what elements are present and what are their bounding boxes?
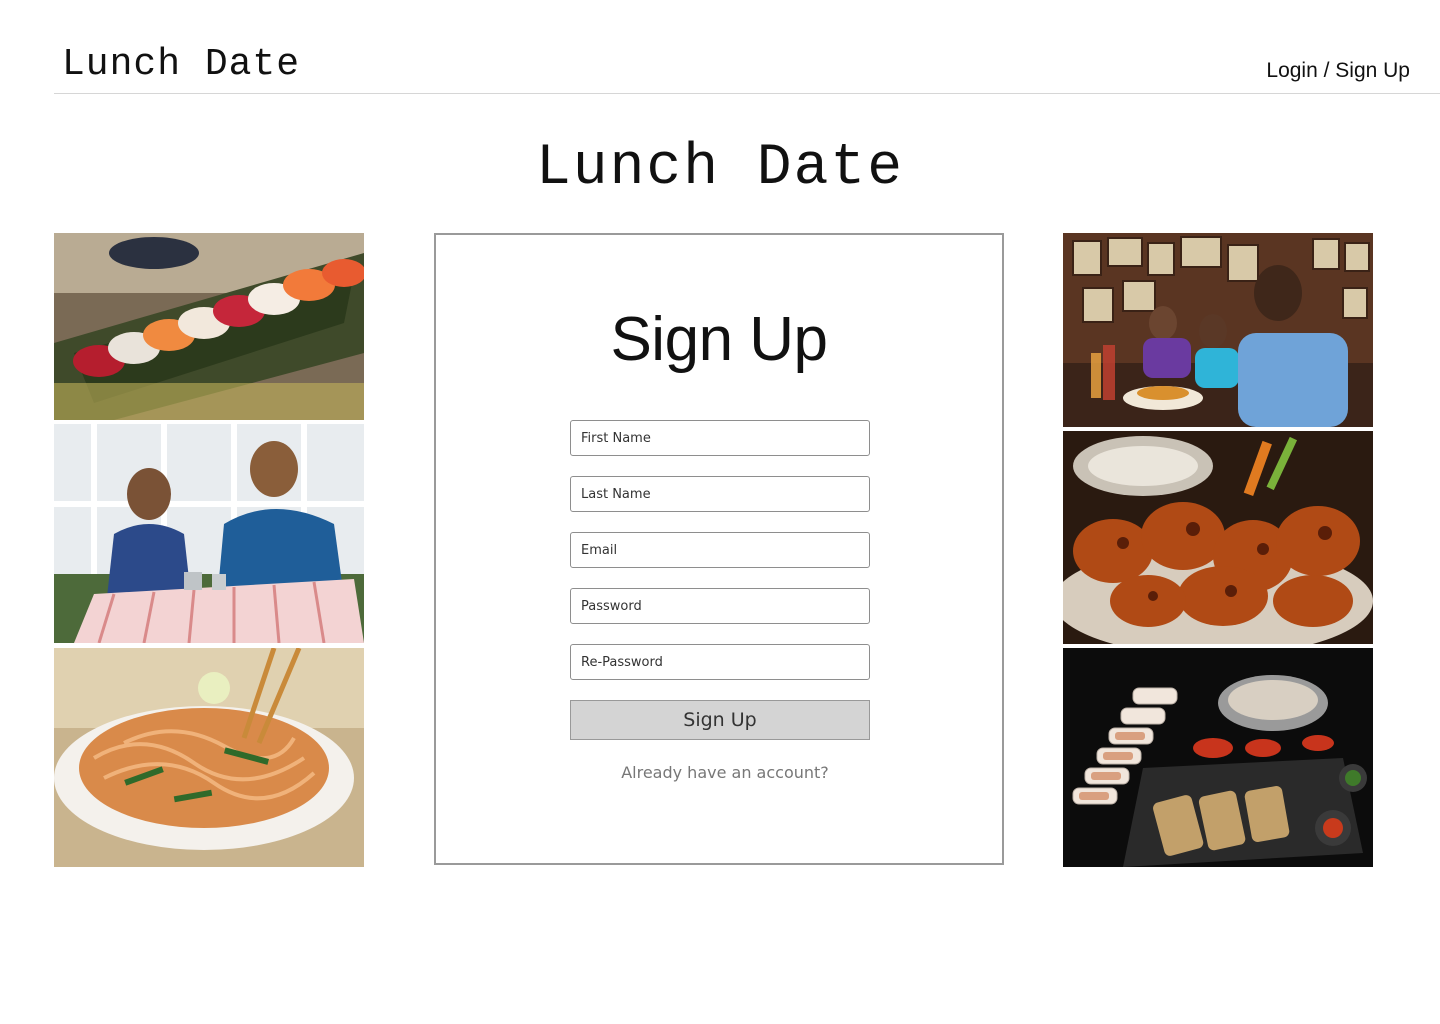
email-input[interactable]	[570, 532, 870, 568]
chicken-wings-photo	[1063, 431, 1373, 644]
sushi-photo	[54, 233, 364, 420]
signup-title: Sign Up	[610, 305, 828, 374]
brand-logo[interactable]: Lunch Date	[62, 46, 300, 84]
login-signup-link[interactable]: Login / Sign Up	[1266, 60, 1410, 81]
first-name-input[interactable]	[570, 420, 870, 456]
pad-thai-photo	[54, 648, 364, 867]
korean-bbq-photo	[1063, 648, 1373, 867]
couple-cafe-photo	[54, 424, 364, 643]
signup-submit-button[interactable]: Sign Up	[570, 700, 870, 740]
friends-diner-photo	[1063, 233, 1373, 427]
signup-card: Sign Up Sign Up Already have an account?	[434, 233, 1004, 865]
last-name-input[interactable]	[570, 476, 870, 512]
password-input[interactable]	[570, 588, 870, 624]
top-nav-bar: Lunch Date Login / Sign Up	[54, 0, 1440, 94]
already-have-account-link[interactable]: Already have an account?	[436, 763, 1002, 782]
page-title: Lunch Date	[535, 136, 905, 201]
confirm-password-input[interactable]	[570, 644, 870, 680]
